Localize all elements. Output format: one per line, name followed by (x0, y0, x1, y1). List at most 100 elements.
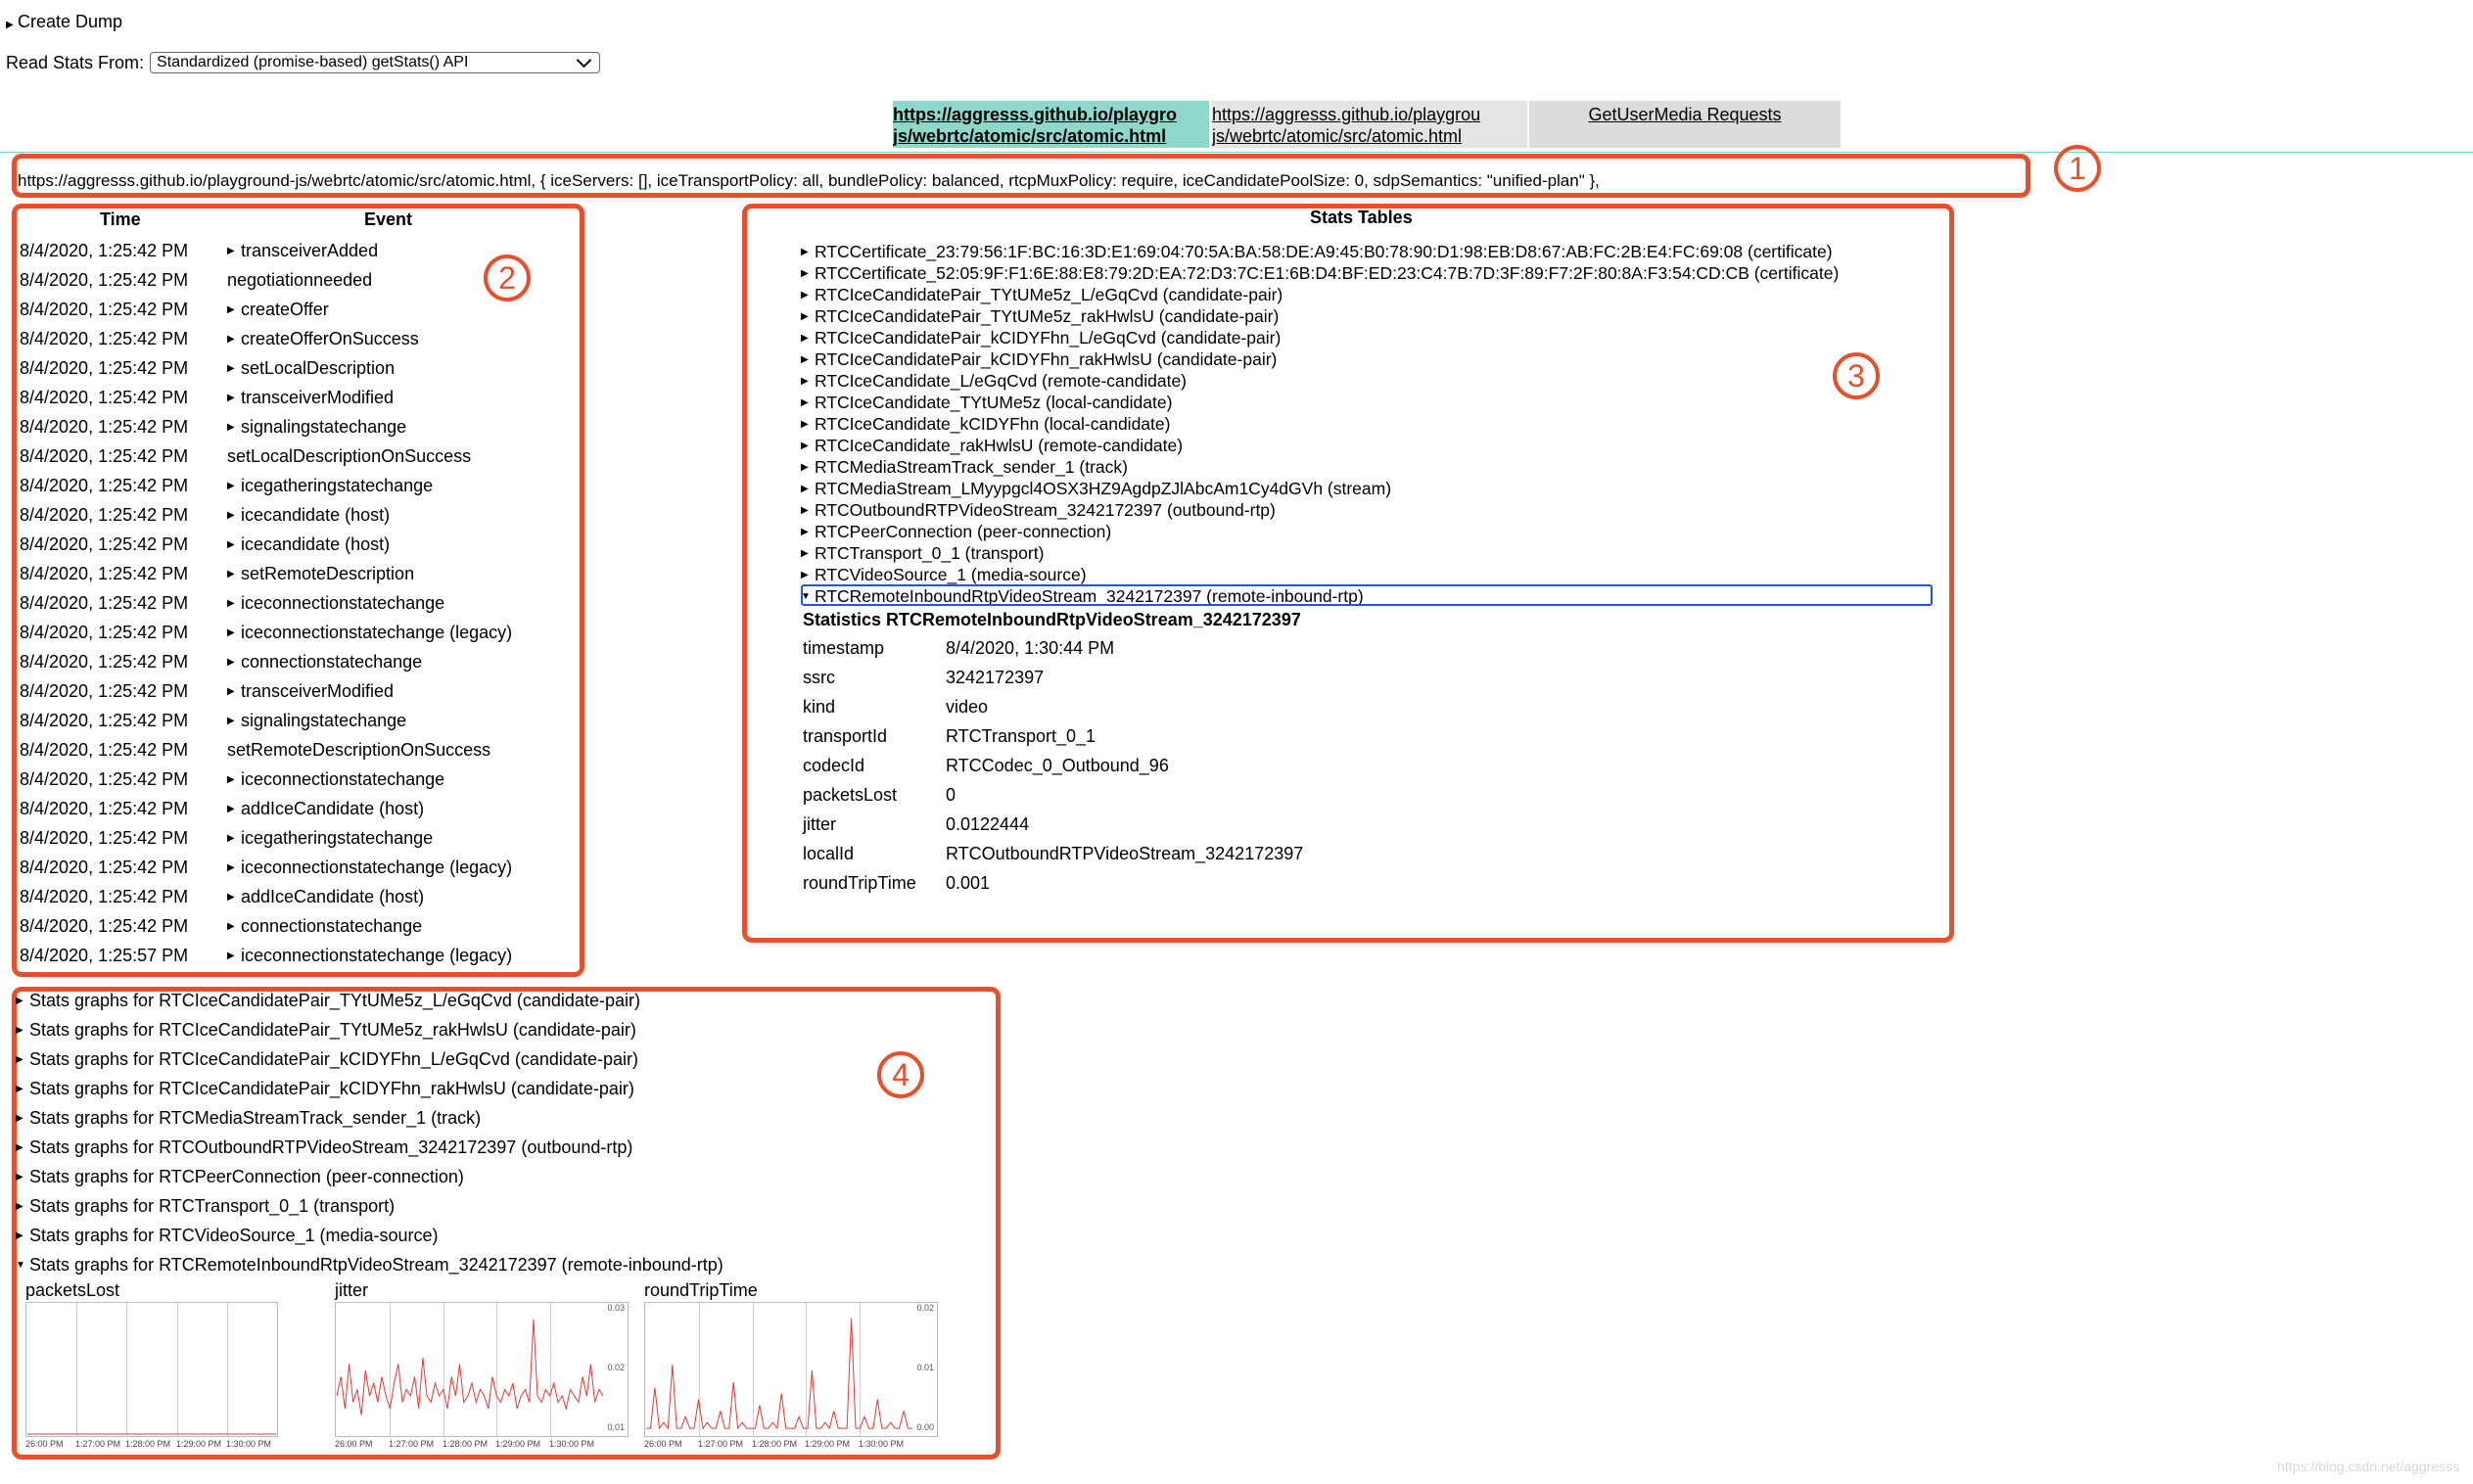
stats-table-item[interactable]: ▶ RTCIceCandidate_rakHwlsU (remote-candid… (801, 435, 1183, 457)
collapsed-arrow-icon: ▶ (227, 598, 235, 610)
event-time: 8/4/2020, 1:25:42 PM (20, 270, 189, 290)
event-row[interactable]: 8/4/2020, 1:25:42 PM ▶ createOffer (20, 298, 329, 327)
event-row[interactable]: 8/4/2020, 1:25:42 PM ▶ connectionstatechan… (20, 914, 422, 944)
stat-value: 8/4/2020, 1:30:44 PM (946, 638, 1115, 658)
stats-graph-toggle[interactable]: ▼ Stats graphs for RTCRemoteInboundRtpVid… (16, 1254, 723, 1276)
x-tick-label: 1:30:00 PM (859, 1439, 905, 1449)
event-name: setRemoteDescription (241, 564, 415, 583)
tab-peer-connection-1[interactable]: https://aggresss.github.io/playgro js/we… (893, 101, 1209, 148)
event-row[interactable]: 8/4/2020, 1:25:42 PM ▶ signalingstatechang… (20, 415, 406, 444)
collapsed-arrow-icon: ▶ (227, 334, 235, 346)
tab-peer-connection-2[interactable]: https://aggresss.github.io/playgrou js/w… (1212, 101, 1527, 148)
event-name-cell: ▶ addIceCandidate (host) (227, 885, 424, 909)
graph-title-jitter: jitter (335, 1280, 369, 1300)
read-stats-select[interactable]: Standardized (promise-based) getStats() … (150, 52, 601, 73)
stat-row: ssrc 3242172397 (803, 668, 1044, 688)
event-row[interactable]: 8/4/2020, 1:25:42 PM ▶ iceconnectionstatec… (20, 856, 512, 885)
stats-graph-toggle[interactable]: ▶ Stats graphs for RTCPeerConnection (pee… (16, 1166, 464, 1188)
event-row[interactable]: 8/4/2020, 1:25:42 PM ▶ createOfferOnSucces… (20, 327, 419, 356)
stats-table-item[interactable]: ▶ RTCIceCandidatePair_kCIDYFhn_L/eGqCvd (… (801, 327, 1281, 349)
event-name-cell: ▶ icecandidate (host) (227, 533, 390, 557)
y-tick-label: 0.00 (916, 1422, 934, 1432)
create-dump-toggle[interactable]: ▶ Create Dump (6, 12, 122, 32)
tab-2-line1: https://aggresss.github.io/playgrou (1212, 105, 1481, 124)
stats-table-item[interactable]: ▶ RTCIceCandidatePair_kCIDYFhn_rakHwlsU (… (801, 348, 1277, 371)
chevron-down-icon (576, 52, 592, 69)
event-name-cell: ▶ connectionstatechange (227, 914, 422, 939)
collapsed-arrow-icon: ▶ (227, 862, 235, 874)
event-row[interactable]: 8/4/2020, 1:25:42 PM ▶ transceiverModified (20, 679, 394, 709)
event-name-cell: ▶ icegatheringstatechange (227, 474, 433, 498)
stats-table-label: RTCIceCandidatePair_TYtUMe5z_rakHwlsU (c… (815, 306, 1280, 326)
event-name-cell: ▶ iceconnectionstatechange (227, 591, 444, 616)
stats-graph-toggle[interactable]: ▶ Stats graphs for RTCTransport_0_1 (tran… (16, 1195, 395, 1218)
stats-table-label: RTCTransport_0_1 (transport) (815, 543, 1045, 563)
tab-getusermedia-requests[interactable]: GetUserMedia Requests (1529, 101, 1841, 148)
stats-table-item[interactable]: ▶ RTCPeerConnection (peer-connection) (801, 521, 1111, 543)
create-dump-label: Create Dump (18, 12, 123, 31)
graph-packetslost (25, 1302, 278, 1437)
stats-table-item[interactable]: ▶ RTCIceCandidate_L/eGqCvd (remote-candid… (801, 370, 1187, 393)
stats-table-item[interactable]: ▶ RTCOutboundRTPVideoStream_3242172397 (o… (801, 499, 1276, 522)
stat-key: localId (803, 844, 855, 863)
event-row[interactable]: 8/4/2020, 1:25:42 PM ▶ signalingstatechang… (20, 709, 406, 738)
event-row[interactable]: 8/4/2020, 1:25:42 PM ▶ iceconnectionstatec… (20, 591, 444, 621)
stats-graph-toggle[interactable]: ▶ Stats graphs for RTCIceCandidatePair_kC… (16, 1048, 638, 1071)
stats-graph-toggle[interactable]: ▶ Stats graphs for RTCIceCandidatePair_TY… (16, 1019, 636, 1042)
event-row[interactable]: 8/4/2020, 1:25:57 PM ▶ iceconnectionstatec… (20, 944, 512, 973)
collapsed-arrow-icon: ▶ (227, 892, 235, 904)
event-row[interactable]: 8/4/2020, 1:25:42 PM ▶ icecandidate (host) (20, 503, 390, 533)
event-row[interactable]: 8/4/2020, 1:25:42 PM ▶ connectionstatechan… (20, 650, 422, 679)
event-time: 8/4/2020, 1:25:42 PM (20, 652, 189, 672)
event-row[interactable]: 8/4/2020, 1:25:42 PM ▶ icegatheringstatech… (20, 474, 433, 503)
event-time: 8/4/2020, 1:25:42 PM (20, 300, 189, 319)
event-name-cell: setRemoteDescriptionOnSuccess (227, 738, 490, 762)
stats-graph-toggle[interactable]: ▶ Stats graphs for RTCIceCandidatePair_kC… (16, 1078, 634, 1100)
stats-table-item[interactable]: ▶ RTCIceCandidate_kCIDYFhn (local-candida… (801, 413, 1170, 436)
event-time: 8/4/2020, 1:25:42 PM (20, 388, 189, 407)
stats-table-item[interactable]: ▶ RTCIceCandidatePair_TYtUMe5z_rakHwlsU (… (801, 305, 1279, 328)
stats-table-item[interactable]: ▶ RTCIceCandidate_TYtUMe5z (local-candida… (801, 392, 1172, 414)
stats-table-label: RTCIceCandidate_kCIDYFhn (local-candidat… (815, 414, 1171, 434)
stat-value: 0 (946, 785, 957, 805)
event-row[interactable]: 8/4/2020, 1:25:42 PM ▶ addIceCandidate (ho… (20, 797, 424, 826)
event-row[interactable]: 8/4/2020, 1:25:42 PM ▶ transceiverModified (20, 386, 394, 415)
tab-1-line2: js/webrtc/atomic/src/atomic.html (893, 126, 1167, 146)
stats-table-item[interactable]: ▶ RTCTransport_0_1 (transport) (801, 542, 1044, 565)
stats-graph-toggle[interactable]: ▶ Stats graphs for RTCVideoSource_1 (medi… (16, 1225, 439, 1247)
collapsed-arrow-icon: ▶ (801, 419, 809, 431)
stats-table-item[interactable]: ▶ RTCCertificate_23:79:56:1F:BC:16:3D:E1:… (801, 241, 1833, 263)
event-row[interactable]: 8/4/2020, 1:25:42 PM ▶ iceconnectionstatec… (20, 767, 444, 797)
stats-table-label: RTCCertificate_23:79:56:1F:BC:16:3D:E1:6… (815, 242, 1833, 261)
collapsed-arrow-icon: ▶ (801, 527, 809, 538)
collapsed-arrow-icon: ▶ (801, 333, 809, 345)
collapsed-arrow-icon: ▶ (801, 311, 809, 323)
stats-table-item[interactable]: ▶ RTCVideoSource_1 (media-source) (801, 564, 1087, 586)
stat-value: RTCOutboundRTPVideoStream_3242172397 (946, 844, 1304, 863)
event-row[interactable]: 8/4/2020, 1:25:42 PM ▶ icecandidate (host) (20, 533, 390, 562)
event-row[interactable]: 8/4/2020, 1:25:42 PM ▶ transceiverAdded (20, 239, 378, 268)
stats-table-item[interactable]: ▶ RTCMediaStreamTrack_sender_1 (track) (801, 456, 1128, 479)
stats-graph-label: Stats graphs for RTCRemoteInboundRtpVide… (29, 1255, 723, 1275)
stats-graph-toggle[interactable]: ▶ Stats graphs for RTCMediaStreamTrack_se… (16, 1107, 481, 1130)
stats-graph-toggle[interactable]: ▶ Stats graphs for RTCIceCandidatePair_TY… (16, 990, 640, 1012)
read-stats-selected: Standardized (promise-based) getStats() … (157, 54, 469, 70)
collapsed-arrow-icon: ▶ (16, 996, 23, 1007)
stats-graph-toggle[interactable]: ▶ Stats graphs for RTCOutboundRTPVideoStr… (16, 1136, 632, 1159)
y-tick-label: 0.02 (607, 1363, 625, 1372)
event-row[interactable]: 8/4/2020, 1:25:42 PM ▶ setLocalDescription (20, 356, 395, 386)
event-row[interactable]: 8/4/2020, 1:25:42 PM ▶ icegatheringstatech… (20, 826, 433, 856)
stats-table-item[interactable]: ▶ RTCMediaStream_LMyypgcl4OSX3HZ9AgdpZJlA… (801, 478, 1391, 500)
event-time: 8/4/2020, 1:25:42 PM (20, 241, 189, 260)
stat-key: ssrc (803, 668, 835, 687)
stats-graph-label: Stats graphs for RTCIceCandidatePair_kCI… (29, 1079, 634, 1098)
event-row[interactable]: 8/4/2020, 1:25:42 PM ▶ setRemoteDescriptio… (20, 562, 414, 591)
stat-value: 3242172397 (946, 668, 1045, 687)
event-row[interactable]: 8/4/2020, 1:25:42 PM ▶ addIceCandidate (ho… (20, 885, 424, 914)
graph-svg (646, 1318, 912, 1430)
event-name-cell: ▶ createOffer (227, 298, 329, 322)
stats-table-label: RTCPeerConnection (peer-connection) (815, 522, 1112, 541)
event-row[interactable]: 8/4/2020, 1:25:42 PM ▶ iceconnectionstatec… (20, 621, 512, 650)
stats-table-item[interactable]: ▶ RTCCertificate_52:05:9F:F1:6E:88:E8:79:… (801, 262, 1839, 285)
stats-table-item[interactable]: ▶ RTCIceCandidatePair_TYtUMe5z_L/eGqCvd (… (801, 284, 1283, 306)
